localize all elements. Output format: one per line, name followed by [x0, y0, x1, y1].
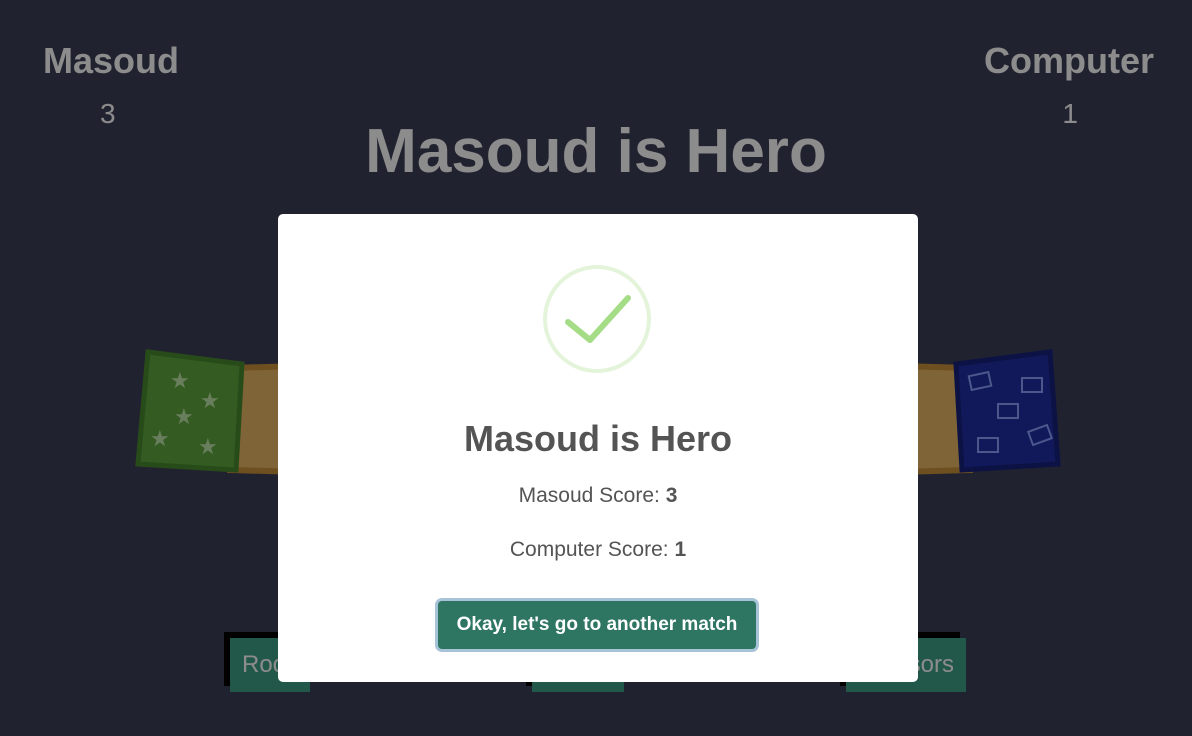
computer-score-value: 1 [674, 538, 687, 561]
player-score-label: Masoud Score: [518, 484, 666, 507]
computer-score-label: Computer Score: [509, 538, 675, 561]
game-stage: Masoud 3 Computer 1 Masoud is Hero ★ ★ ★… [0, 0, 1192, 736]
dialog-title: Masoud is Hero [463, 418, 733, 459]
computer-score-line: Computer Score: 1 [278, 538, 918, 562]
player-score-value: 3 [665, 484, 678, 507]
player-score-line: Masoud Score: 3 [278, 484, 918, 508]
success-check-icon [542, 264, 652, 374]
next-match-button[interactable]: Okay, let's go to another match [438, 601, 756, 649]
result-dialog: Masoud is Hero Masoud Score: 3 Computer … [278, 214, 918, 682]
